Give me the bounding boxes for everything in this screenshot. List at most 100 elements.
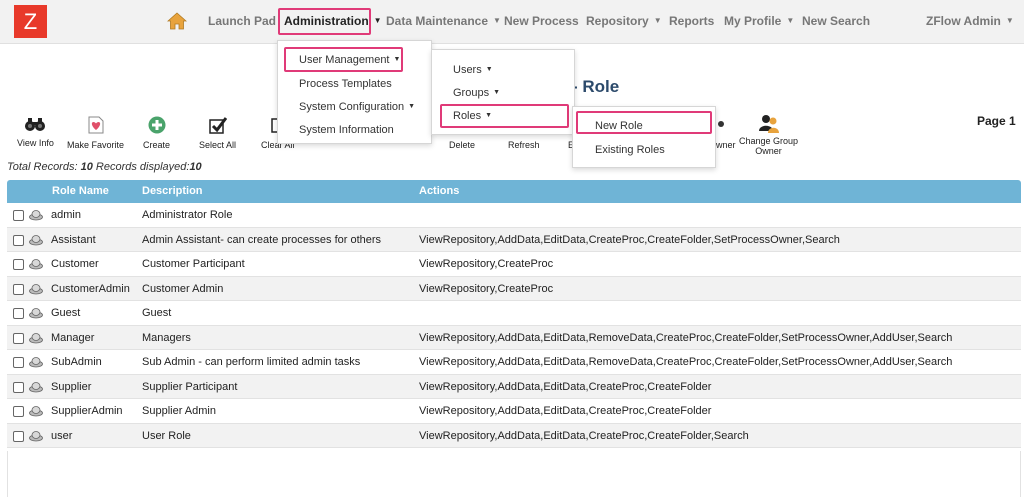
role-icon [29, 210, 43, 221]
chevron-down-icon: ▼ [493, 16, 501, 25]
table-header: Role Name Description Actions [7, 180, 1021, 203]
role-description-cell: Sub Admin - can perform limited admin ta… [142, 356, 361, 368]
nav-reports[interactable]: Reports [669, 14, 714, 28]
chevron-down-icon: ▼ [653, 16, 662, 25]
role-icon [29, 332, 43, 343]
nav-launch-pad[interactable]: Launch Pad [208, 14, 276, 28]
menu-item-system-configuration[interactable]: System Configuration ▼ [299, 101, 415, 113]
role-icon [29, 430, 43, 441]
record-count: Total Records: 10 Records displayed:10 [7, 161, 202, 173]
table-row[interactable]: Manager Managers ViewRepository,AddData,Ed… [7, 325, 1021, 350]
logo-letter: Z [23, 9, 38, 34]
table-row[interactable]: Customer Customer Participant ViewReposito… [7, 252, 1021, 277]
column-header-actions[interactable]: Actions [419, 185, 459, 197]
view-info-button[interactable]: View Info [17, 116, 54, 148]
toolbar-label: Change Group [739, 136, 799, 146]
highlight-user-management [284, 47, 403, 72]
row-checkbox[interactable] [13, 210, 24, 221]
row-checkbox[interactable] [13, 406, 24, 417]
row-checkbox[interactable] [13, 234, 24, 246]
role-name-cell[interactable]: Customer [51, 258, 99, 270]
toolbar-label: Create [143, 140, 171, 150]
role-icon [29, 406, 43, 417]
toolbar-label: Make Favorite [67, 140, 125, 150]
chevron-down-icon: ▼ [373, 16, 382, 25]
plus-circle-icon [148, 116, 165, 134]
nav-my-profile[interactable]: My Profile ▼ [724, 14, 794, 28]
nav-new-process[interactable]: New Process [504, 14, 579, 28]
role-name-cell[interactable]: Assistant [51, 234, 96, 246]
role-name-cell[interactable]: SupplierAdmin [51, 405, 123, 417]
table-row[interactable]: Supplier Supplier Participant ViewReposito… [7, 374, 1021, 399]
role-description-cell: Admin Assistant- can create processes fo… [142, 233, 382, 246]
role-icon [29, 259, 43, 270]
menu-item-existing-roles[interactable]: Existing Roles [595, 144, 665, 156]
role-name-cell[interactable]: CustomerAdmin [51, 283, 130, 295]
page-number: Page 1 [977, 114, 1016, 128]
top-navbar: Z Launch Pad Administration ▼ Data Mainte… [0, 0, 1024, 44]
roles-table: Role Name Description Actions admin Admin… [7, 180, 1021, 448]
select-all-button[interactable]: Select All [199, 116, 236, 150]
nav-new-search[interactable]: New Search [802, 14, 870, 28]
role-actions-cell: ViewRepository,CreateProc [419, 282, 554, 295]
toolbar-label: Select All [199, 140, 237, 150]
role-actions-cell: ViewRepository,AddData,EditData,RemoveDa… [419, 331, 953, 344]
menu-item-process-templates[interactable]: Process Templates [299, 78, 392, 90]
row-checkbox[interactable] [13, 332, 24, 344]
toolbar-label: View Info [17, 138, 54, 148]
highlight-roles [440, 104, 569, 128]
role-description-cell: Customer Admin [142, 282, 224, 295]
role-description-cell: Supplier Participant [142, 380, 238, 393]
table-row[interactable]: user User Role ViewRepository,AddData,Edit… [7, 423, 1021, 448]
role-name-cell[interactable]: Guest [51, 307, 80, 319]
create-button[interactable]: Create [143, 116, 170, 150]
table-row[interactable]: CustomerAdmin Customer Admin ViewRepositor… [7, 276, 1021, 301]
table-row[interactable]: Assistant Admin Assistant- can create pro… [7, 227, 1021, 252]
role-description-cell: Supplier Admin [142, 405, 216, 417]
toolbar-label: Owner [755, 146, 782, 156]
role-name-cell[interactable]: user [51, 430, 72, 442]
binoculars-icon [25, 118, 46, 131]
table-row[interactable]: admin Administrator Role [7, 203, 1021, 228]
row-checkbox[interactable] [13, 308, 24, 319]
table-empty-area [7, 451, 1021, 497]
row-checkbox[interactable] [13, 283, 24, 295]
group-owner-icon [758, 115, 779, 133]
home-icon[interactable] [167, 12, 187, 30]
menu-item-groups[interactable]: Groups ▼ [453, 87, 500, 99]
column-header-description[interactable]: Description [142, 185, 203, 197]
role-description-cell: Administrator Role [142, 209, 233, 221]
nav-user-menu[interactable]: ZFlow Admin ▼ [926, 14, 1014, 28]
row-checkbox[interactable] [13, 381, 24, 393]
role-actions-cell: ViewRepository,AddData,EditData,CreatePr… [419, 405, 712, 417]
menu-item-users[interactable]: Users ▼ [453, 64, 493, 76]
toolbar-label: Refresh [508, 140, 540, 150]
zflow-logo[interactable]: Z [14, 5, 47, 38]
nav-repository[interactable]: Repository ▼ [586, 14, 662, 28]
make-favorite-button[interactable]: Make Favorite [67, 116, 124, 150]
menu-item-system-information[interactable]: System Information [299, 124, 394, 136]
chevron-down-icon: ▼ [1005, 16, 1014, 25]
table-row[interactable]: Guest Guest [7, 301, 1021, 326]
row-checkbox[interactable] [13, 430, 24, 442]
table-row[interactable]: SubAdmin Sub Admin - can perform limited … [7, 350, 1021, 375]
chevron-down-icon: ▼ [786, 16, 795, 25]
role-name-cell[interactable]: SubAdmin [51, 356, 102, 368]
highlight-administration [278, 8, 371, 35]
role-name-cell[interactable]: Manager [51, 332, 94, 344]
row-checkbox[interactable] [13, 259, 24, 270]
favorite-icon [88, 116, 104, 134]
change-group-owner-button[interactable]: Change Group Owner [739, 114, 798, 156]
role-name-cell[interactable]: admin [51, 209, 81, 221]
role-icon [29, 381, 43, 392]
role-name-cell[interactable]: Supplier [51, 381, 91, 393]
nav-data-maintenance[interactable]: Data Maintenance ▼ [386, 14, 501, 28]
highlight-new-role [576, 111, 712, 134]
page-title: - Role [572, 77, 620, 96]
role-actions-cell: ViewRepository,CreateProc [419, 258, 554, 270]
role-actions-cell: ViewRepository,AddData,EditData,CreatePr… [419, 233, 840, 246]
row-checkbox[interactable] [13, 357, 24, 368]
table-row[interactable]: SupplierAdmin Supplier Admin ViewRepositor… [7, 399, 1021, 424]
role-actions-cell: ViewRepository,AddData,EditData,CreatePr… [419, 380, 712, 393]
column-header-role-name[interactable]: Role Name [52, 185, 109, 197]
